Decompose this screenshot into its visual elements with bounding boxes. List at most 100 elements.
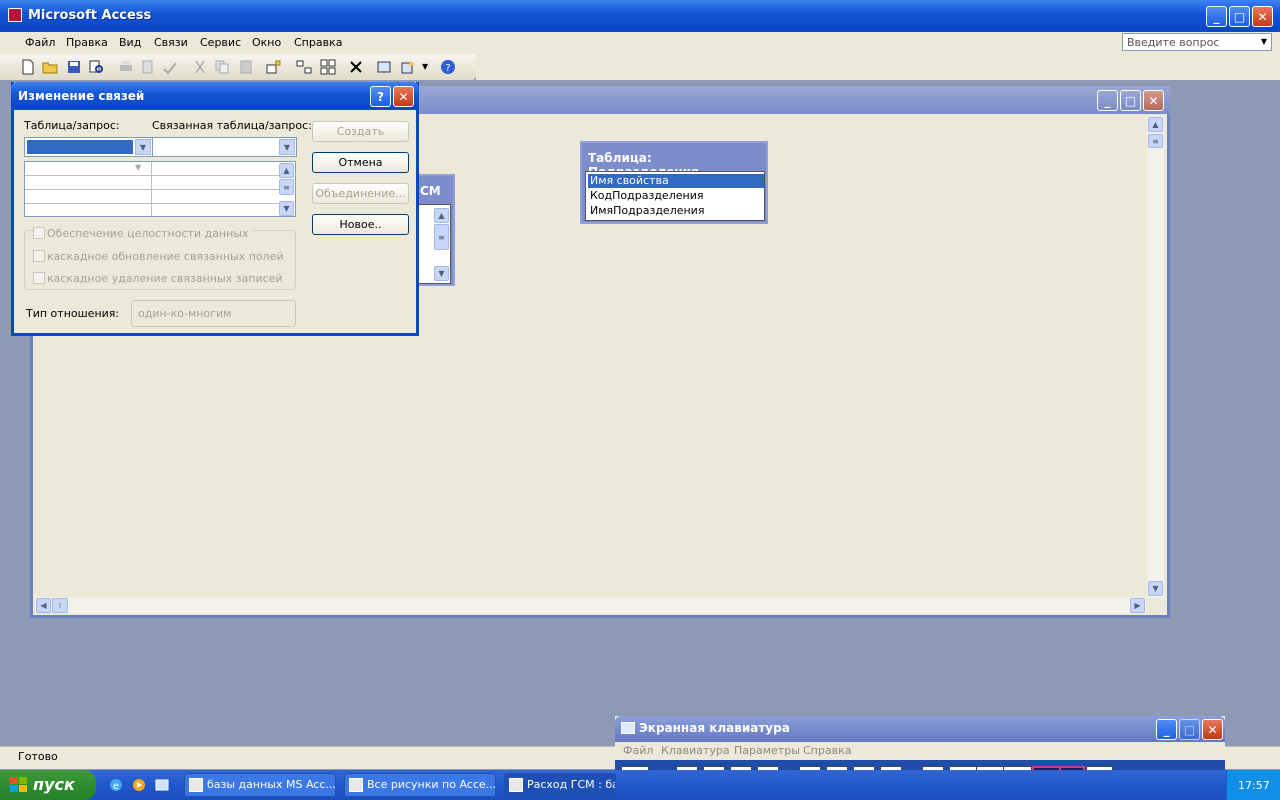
horizontal-scrollbar[interactable]: [35, 597, 1146, 613]
enforce-integrity-checkbox[interactable]: [33, 227, 45, 239]
field-item[interactable]: КодПодразделения: [588, 189, 764, 203]
new-object-icon[interactable]: [400, 59, 416, 75]
word-doc-icon: [349, 778, 363, 792]
grid-row[interactable]: [25, 162, 280, 176]
word-doc-icon: [189, 778, 203, 792]
scroll-down-icon[interactable]: ▼: [434, 266, 449, 281]
app-window-controls: _ □ ✕: [1206, 6, 1273, 27]
svg-text:?: ?: [445, 63, 450, 74]
delete-icon[interactable]: [348, 59, 364, 75]
menu-relationships[interactable]: Связи: [154, 36, 188, 49]
save-icon[interactable]: [66, 59, 82, 75]
vertical-scrollbar[interactable]: [1147, 116, 1164, 598]
new-file-icon[interactable]: [20, 59, 36, 75]
menu-window[interactable]: Окно: [252, 36, 281, 49]
osk-close-button[interactable]: ✕: [1202, 719, 1223, 740]
database-window-icon[interactable]: [376, 59, 392, 75]
scroll-thumb[interactable]: ≡: [279, 179, 294, 195]
grid-row[interactable]: [25, 204, 280, 217]
chevron-down-icon[interactable]: ▼: [1257, 34, 1271, 50]
field-list: Имя свойства КодПодразделения ИмяПодразд…: [585, 171, 765, 221]
app-restore-button[interactable]: □: [1229, 6, 1250, 27]
cascade-delete-label: каскадное удаление связанных записей: [47, 272, 283, 285]
scroll-h-thumb[interactable]: ⁞: [52, 598, 68, 613]
osk-maximize-button: □: [1179, 719, 1200, 740]
search-file-icon[interactable]: [88, 59, 104, 75]
new-button[interactable]: Новое..: [312, 214, 409, 235]
chevron-down-icon[interactable]: ▼: [135, 139, 151, 155]
join-type-button[interactable]: Объединение...: [312, 183, 409, 204]
menu-help[interactable]: Справка: [294, 36, 342, 49]
chevron-down-icon[interactable]: ▼: [135, 163, 141, 172]
rel-restore-button[interactable]: □: [1120, 90, 1141, 111]
scroll-thumb[interactable]: ≡: [1148, 134, 1163, 148]
rel-close-button[interactable]: ✕: [1143, 90, 1164, 111]
spelling-icon: [163, 62, 177, 75]
table-box-departments[interactable]: Таблица: Подразделения Имя свойства КодП…: [580, 141, 768, 224]
show-all-relationships-icon[interactable]: [320, 59, 336, 75]
osk-window-controls: _ □ ✕: [1156, 719, 1223, 740]
taskbar-item[interactable]: Все рисунки по Acce...: [344, 773, 496, 797]
scroll-thumb[interactable]: ≡: [434, 224, 449, 250]
related-table-query-select[interactable]: ▼: [152, 137, 297, 157]
scroll-left-icon[interactable]: ◀: [36, 598, 51, 613]
chevron-down-icon[interactable]: ▼: [422, 62, 428, 71]
menu-edit[interactable]: Правка: [66, 36, 108, 49]
start-button[interactable]: пуск: [0, 770, 96, 800]
chevron-down-icon[interactable]: ▼: [279, 139, 295, 155]
osk-menu-settings[interactable]: Параметры: [734, 744, 800, 757]
menu-tools[interactable]: Сервис: [200, 36, 241, 49]
copy-icon: [215, 60, 229, 74]
grid-row[interactable]: [25, 190, 280, 204]
show-table-icon[interactable]: [266, 59, 282, 75]
taskbar-item-label: Все рисунки по Acce...: [367, 778, 496, 791]
show-desktop-icon[interactable]: [154, 777, 170, 793]
cancel-button[interactable]: Отмена: [312, 152, 409, 173]
svg-text:e: e: [113, 781, 119, 792]
menu-view[interactable]: Вид: [119, 36, 141, 49]
app-close-button[interactable]: ✕: [1252, 6, 1273, 27]
open-folder-icon[interactable]: [42, 59, 58, 75]
scroll-down-icon[interactable]: ▼: [279, 201, 294, 216]
taskbar-item[interactable]: базы данных MS Acc...: [184, 773, 336, 797]
taskbar-item-active[interactable]: Расход ГСМ : баз: [504, 773, 616, 797]
app-title-bar: [0, 0, 1280, 32]
osk-minimize-button[interactable]: _: [1156, 719, 1177, 740]
scroll-up-icon[interactable]: ▲: [1148, 117, 1163, 132]
scroll-up-icon[interactable]: ▲: [279, 163, 294, 178]
osk-menu-keyboard[interactable]: Клавиатура: [661, 744, 730, 757]
osk-menu-file[interactable]: Файл: [623, 744, 653, 757]
scroll-right-icon[interactable]: ▶: [1130, 598, 1145, 613]
relation-type-label: Тип отношения:: [26, 307, 120, 320]
taskbar-item-label: Расход ГСМ : баз: [527, 778, 616, 791]
dialog-close-button[interactable]: ✕: [393, 86, 414, 107]
media-player-icon[interactable]: [131, 777, 147, 793]
show-direct-icon[interactable]: [296, 59, 312, 75]
scroll-down-icon[interactable]: ▼: [1148, 581, 1163, 596]
field-mapping-grid[interactable]: ▼ ▲ ≡ ▼: [24, 161, 296, 217]
menu-file[interactable]: Файл: [25, 36, 55, 49]
cascade-update-checkbox[interactable]: [33, 250, 45, 262]
access-app-icon[interactable]: [8, 8, 22, 22]
field-item[interactable]: Имя свойства: [588, 174, 764, 188]
relationships-window-controls: _ □ ✕: [1097, 90, 1164, 111]
dialog-help-button[interactable]: ?: [370, 86, 391, 107]
app-minimize-button[interactable]: _: [1206, 6, 1227, 27]
create-button[interactable]: Создать: [312, 121, 409, 142]
internet-explorer-icon[interactable]: e: [108, 777, 124, 793]
print-icon: [120, 61, 132, 71]
rel-minimize-button[interactable]: _: [1097, 90, 1118, 111]
grid-row[interactable]: [25, 176, 280, 190]
ask-question-placeholder: Введите вопрос: [1127, 36, 1220, 49]
table-query-select[interactable]: ▼: [24, 137, 153, 157]
scroll-up-icon[interactable]: ▲: [434, 208, 449, 223]
related-table-query-label: Связанная таблица/запрос:: [152, 119, 312, 132]
selected-value-highlight: [27, 140, 133, 154]
help-icon[interactable]: ?: [440, 59, 456, 75]
cut-icon: [195, 60, 205, 74]
cascade-delete-checkbox[interactable]: [33, 272, 45, 284]
osk-menu-help[interactable]: Справка: [803, 744, 851, 757]
print-preview-icon: [142, 60, 153, 74]
field-item[interactable]: ИмяПодразделения: [588, 204, 764, 218]
ask-question-box[interactable]: Введите вопрос ▼: [1122, 33, 1272, 51]
